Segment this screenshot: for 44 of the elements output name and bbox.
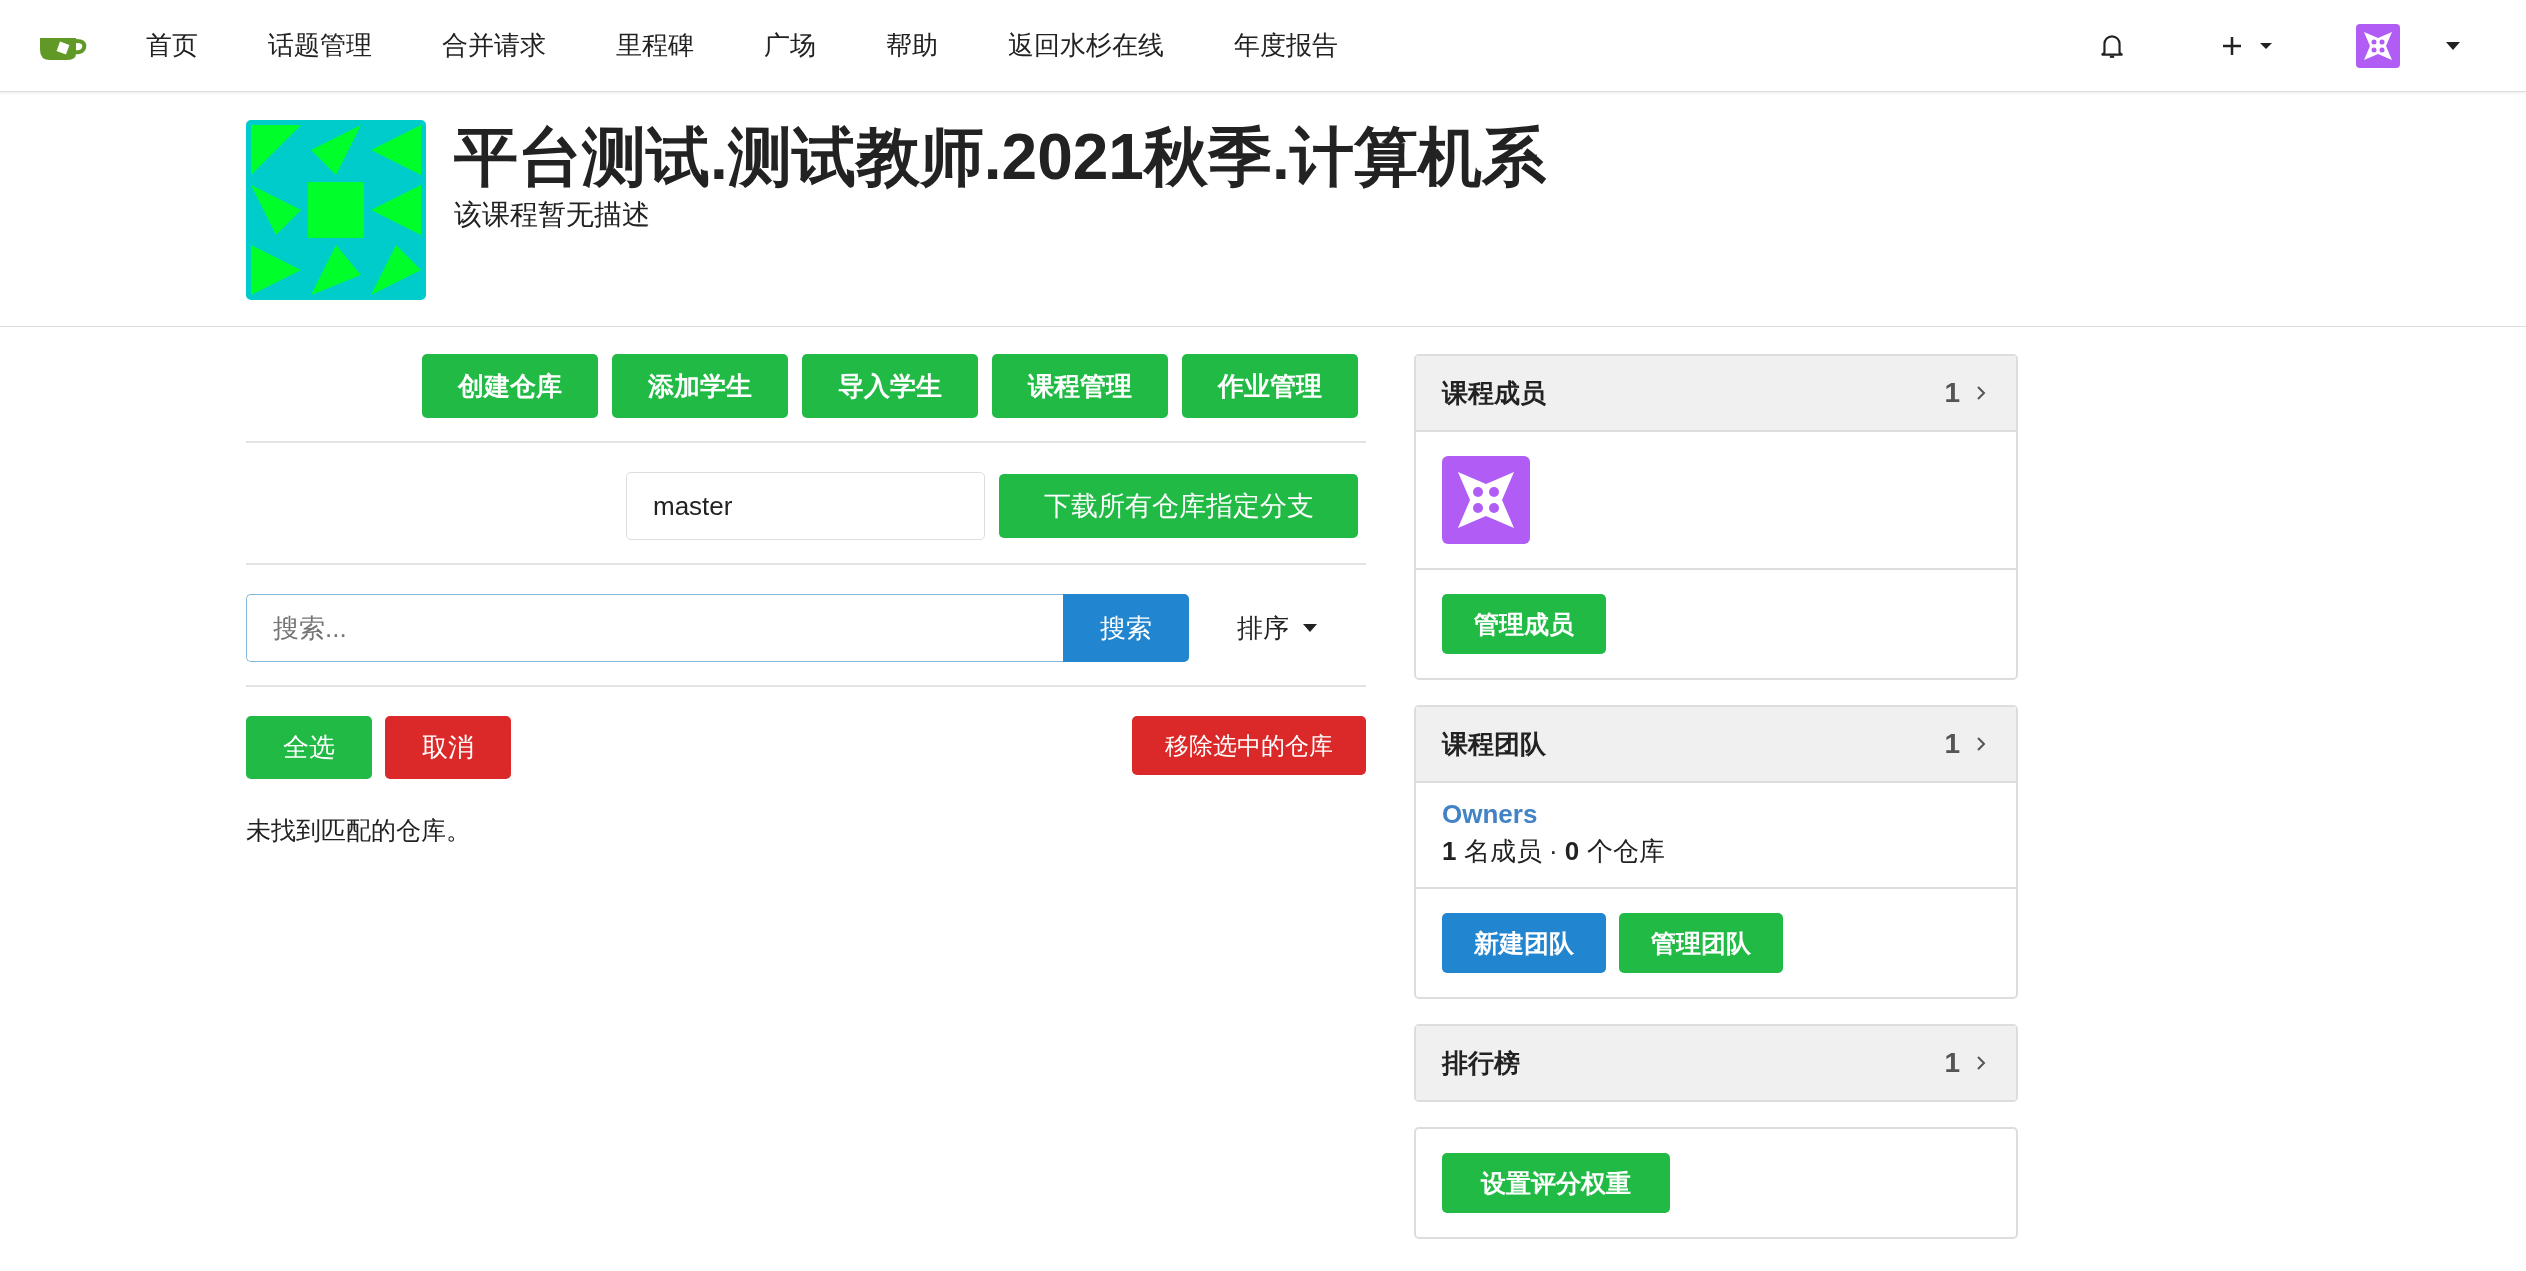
action-button[interactable]: 创建仓库 [422, 354, 598, 418]
nav-link[interactable]: 首页 [146, 28, 198, 63]
selection-button[interactable]: 全选 [246, 716, 372, 779]
team-count: 1 [1944, 728, 1960, 760]
action-button[interactable]: 导入学生 [802, 354, 978, 418]
search-button[interactable]: 搜索 [1063, 594, 1189, 662]
chevron-right-icon[interactable] [1976, 1055, 1986, 1071]
card-title: 排行榜 [1442, 1046, 1521, 1080]
action-button[interactable]: 作业管理 [1182, 354, 1358, 418]
selection-button[interactable]: 移除选中的仓库 [1132, 716, 1366, 775]
action-button[interactable]: 添加学生 [612, 354, 788, 418]
member-count: 1 [1944, 377, 1960, 409]
search-field[interactable]: 搜索... [246, 594, 1063, 662]
nav-link[interactable]: 年度报告 [1234, 28, 1338, 63]
action-button[interactable]: 课程管理 [992, 354, 1168, 418]
sort-dropdown[interactable]: 排序 [1225, 602, 1329, 654]
team-summary: 1 名成员 · 0 个仓库 [1442, 835, 1666, 868]
team-button[interactable]: 管理团队 [1619, 913, 1783, 973]
set-weights-button[interactable]: 设置评分权重 [1442, 1153, 1670, 1213]
team-link[interactable]: Owners [1442, 799, 1990, 830]
selection-button[interactable]: 取消 [385, 716, 511, 779]
avatar-icon[interactable] [1442, 456, 1530, 544]
caret-icon [1303, 624, 1317, 632]
nav-link[interactable]: 返回水杉在线 [1008, 28, 1164, 63]
nav-link[interactable]: 广场 [764, 28, 816, 63]
course-title: 平台测试.测试教师.2021秋季.计算机系 [454, 122, 1546, 193]
nav-link[interactable]: 合并请求 [442, 28, 546, 63]
nav-link[interactable]: 话题管理 [268, 28, 372, 63]
leaderboard-count: 1 [1944, 1047, 1960, 1079]
nav-link[interactable]: 里程碑 [616, 28, 694, 63]
course-description: 该课程暂无描述 [454, 198, 651, 233]
course-avatar-icon [246, 120, 426, 300]
chevron-right-icon[interactable] [1976, 385, 1986, 401]
caret-icon[interactable] [2446, 41, 2460, 50]
chevron-right-icon[interactable] [1976, 736, 1986, 752]
avatar-icon[interactable] [2356, 23, 2400, 68]
card-title: 课程团队 [1442, 727, 1547, 761]
manage-members-button[interactable]: 管理成员 [1442, 594, 1606, 654]
team-button[interactable]: 新建团队 [1442, 913, 1606, 973]
download-button[interactable]: 下载所有仓库指定分支 [999, 474, 1358, 538]
card-title: 课程成员 [1442, 376, 1547, 410]
nav-link[interactable]: 帮助 [886, 28, 938, 63]
branch-field[interactable]: master [626, 472, 985, 540]
empty-message: 未找到匹配的仓库。 [246, 815, 472, 846]
